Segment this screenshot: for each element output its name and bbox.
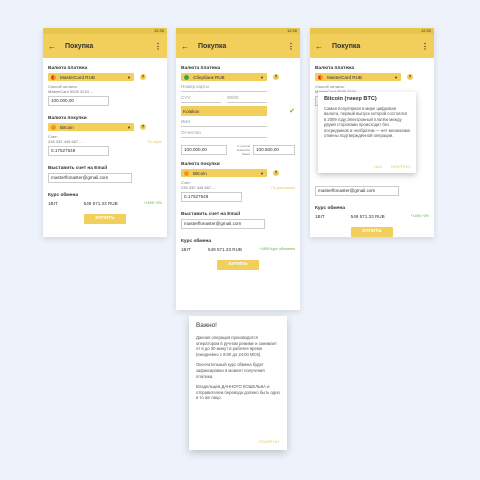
- email-input[interactable]: masterflonaster@gmail.com: [315, 186, 399, 196]
- buy-currency-label: Валюта покупки: [48, 116, 87, 121]
- pay-currency-select[interactable]: MasterCard RUB ▼: [48, 73, 134, 81]
- account-value: 235 332 445 667 ....: [48, 139, 84, 144]
- help-icon[interactable]: ?: [407, 74, 413, 80]
- rate-to: 549 571.33 RUB: [83, 201, 118, 206]
- account-hint[interactable]: По умолчанию: [271, 186, 295, 190]
- account-hint[interactable]: По карте: [148, 140, 162, 144]
- email-label: Выставить счет на Email: [48, 166, 108, 171]
- arrow-back-icon[interactable]: ←: [315, 42, 323, 51]
- chevron-down-icon: ▼: [127, 74, 131, 80]
- sberbank-icon: [184, 74, 189, 80]
- pay-currency-select[interactable]: Сбербанк RUB ▼: [181, 73, 267, 81]
- rate-from: 1BIT: [48, 201, 58, 206]
- arrow-back-icon[interactable]: ←: [48, 42, 56, 51]
- dialog-paragraph-1: Данная операция производится оператором …: [196, 335, 277, 357]
- mastercard-icon: [318, 74, 323, 80]
- app-bar: ← Покупка ⋮: [176, 34, 300, 58]
- chevron-down-icon: ▼: [260, 170, 264, 176]
- account-value: 235 332 445 667 ....: [181, 185, 217, 190]
- check-icon: ✔: [289, 108, 295, 115]
- rate-label: Курс обмена: [181, 239, 212, 244]
- buy-currency-label: Валюта покупки: [181, 162, 220, 167]
- fee-label: С учетом комиссии банка: [236, 144, 250, 156]
- buy-amount-input[interactable]: 0.17527548: [181, 192, 242, 202]
- email-input[interactable]: masterflonaster@gmail.com: [48, 173, 132, 183]
- rate-label: Курс обмена: [48, 193, 79, 198]
- rate-change: +1895 +0%: [410, 214, 429, 218]
- popup-back-button[interactable]: НАЗ: [374, 165, 382, 169]
- rate-change: +1895 Курс обновлен: [259, 247, 295, 251]
- rate-change: +1895 +0%: [143, 201, 162, 205]
- help-icon[interactable]: ?: [140, 74, 146, 80]
- dialog-ok-button[interactable]: ПОНЯТНО: [259, 439, 279, 444]
- buy-button[interactable]: КУПИТЬ: [84, 214, 126, 224]
- app-bar: ← Покупка ⋮: [43, 34, 167, 58]
- pay-currency-label: Валюта платежа: [48, 66, 88, 71]
- amount-input[interactable]: 100.000,00: [181, 144, 227, 155]
- patronymic-field[interactable]: Отчество: [181, 127, 267, 138]
- dialog-paragraph-3: Владельцем ДАННОГО КОШЕЛЬКА и отправител…: [196, 384, 280, 401]
- buy-currency-select[interactable]: Bitcoin ▼: [48, 123, 134, 131]
- phone-screen-2: 12:30 ← Покупка ⋮ Валюта платежа Сбербан…: [176, 28, 300, 310]
- date-field[interactable]: 00/00: [227, 92, 267, 103]
- cvv-field[interactable]: CVV: [181, 92, 221, 103]
- bitcoin-info-popup: Bitcoin (тикер BTC) Самая популярная в м…: [318, 92, 416, 173]
- rate-to: 549 571.33 RUB: [208, 247, 242, 252]
- bitcoin-icon: [184, 170, 189, 176]
- more-vert-icon[interactable]: ⋮: [287, 42, 295, 51]
- buy-button[interactable]: КУПИТЬ: [217, 260, 259, 270]
- buy-currency-select[interactable]: Bitcoin ▼: [181, 169, 267, 177]
- help-icon[interactable]: ?: [273, 74, 279, 80]
- rate-label: Курс обмена: [315, 206, 346, 211]
- page-title: Покупка: [198, 42, 227, 50]
- popup-title: Bitcoin (тикер BTC): [324, 96, 377, 102]
- page-title: Покупка: [65, 42, 94, 50]
- phone-screen-1: 12:30 ← Покупка ⋮ Валюта платежа MasterC…: [43, 28, 167, 237]
- page-title: Покупка: [332, 42, 361, 50]
- arrow-back-icon[interactable]: ←: [181, 42, 189, 51]
- rate-from: 1BIT: [315, 214, 325, 219]
- rate-to: 549 571.33 RUB: [350, 214, 385, 219]
- name-field[interactable]: Имя: [181, 116, 267, 127]
- rate-from: 1BIT: [181, 247, 191, 252]
- email-input[interactable]: masterflonaster@gmail.com: [181, 219, 265, 229]
- pay-currency-value: MasterCard RUB: [60, 74, 95, 80]
- card-number-field[interactable]: Номер карты: [181, 81, 267, 92]
- dialog-title: Важно!: [196, 322, 217, 329]
- fee-amount: 100.500,00: [253, 144, 295, 155]
- important-dialog: Важно! Данная операция производится опер…: [189, 316, 287, 450]
- pay-currency-value: Сбербанк RUB: [193, 74, 225, 80]
- chevron-down-icon: ▼: [127, 124, 131, 130]
- help-icon[interactable]: ?: [140, 124, 146, 130]
- more-vert-icon[interactable]: ⋮: [421, 42, 429, 51]
- buy-currency-value: Bitcoin: [193, 170, 207, 176]
- pay-currency-label: Валюта платежа: [315, 66, 355, 71]
- buy-currency-value: Bitcoin: [60, 124, 74, 130]
- chevron-down-icon: ▼: [394, 74, 398, 80]
- popup-ok-button[interactable]: ПОНЯТНО: [391, 165, 410, 169]
- help-icon[interactable]: ?: [273, 170, 279, 176]
- popup-body: Самая популярная в мире цифровая валюта,…: [324, 106, 410, 139]
- surname-field[interactable]: Kolakov: [181, 106, 267, 116]
- amount-input[interactable]: 100.000,00: [48, 96, 109, 106]
- dialog-paragraph-2: Окончательный курс обмена будет зафиксир…: [196, 362, 265, 379]
- buy-amount-input[interactable]: 0.17527548: [48, 146, 109, 156]
- buy-button[interactable]: КУПИТЬ: [351, 227, 393, 237]
- pay-currency-select[interactable]: MasterCard RUB ▼: [315, 73, 401, 81]
- method-value: MasterCard 5539 3234 ....: [48, 89, 95, 94]
- app-bar: ← Покупка ⋮: [310, 34, 434, 58]
- pay-currency-value: MasterCard RUB: [327, 74, 362, 80]
- email-label: Выставить счет на Email: [181, 212, 241, 217]
- more-vert-icon[interactable]: ⋮: [154, 42, 162, 51]
- chevron-down-icon: ▼: [260, 74, 264, 80]
- bitcoin-icon: [51, 124, 56, 130]
- mastercard-icon: [51, 74, 56, 80]
- pay-currency-label: Валюта платежа: [181, 66, 221, 71]
